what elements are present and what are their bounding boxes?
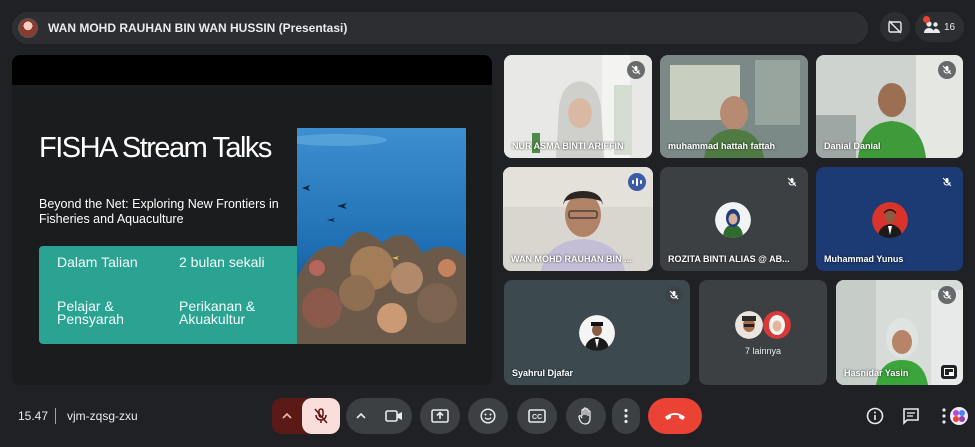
tile-options-button[interactable] — [941, 365, 957, 379]
presentation-view[interactable]: FISHA Stream Talks Beyond the Net: Explo… — [12, 55, 492, 385]
participant-avatar — [763, 311, 791, 339]
present-screen-icon — [431, 409, 449, 423]
participant-name: NUR ASMA BINTI ARIFFIN — [512, 141, 624, 151]
mic-off-icon — [787, 177, 797, 187]
mic-muted-indicator — [938, 286, 956, 304]
others-count-label: 7 lainnya — [744, 346, 782, 356]
mic-toggle-button[interactable] — [302, 398, 340, 434]
slide-item: Pelajar & Pensyarah — [57, 298, 124, 327]
chevron-up-icon — [282, 413, 292, 419]
picture-in-picture-icon — [944, 368, 954, 376]
captions-icon: CC — [528, 409, 546, 423]
participant-tile[interactable]: NUR ASMA BINTI ARIFFIN — [504, 55, 652, 158]
slide: FISHA Stream Talks Beyond the Net: Explo… — [12, 85, 492, 385]
info-icon — [866, 407, 884, 425]
mic-muted-indicator — [783, 173, 801, 191]
chat-button[interactable] — [898, 403, 924, 429]
hide-self-view-button[interactable] — [880, 12, 910, 42]
participant-name: Syahrul Djafar — [512, 368, 574, 378]
hide-self-view-icon — [888, 20, 902, 34]
mic-muted-indicator — [665, 286, 683, 304]
camera-toggle-button[interactable] — [376, 398, 412, 434]
mic-muted-indicator — [627, 61, 645, 79]
slide-item: 2 bulan sekali — [179, 254, 265, 270]
participant-tile[interactable]: Syahrul Djafar — [504, 280, 690, 385]
participant-avatar — [735, 311, 763, 339]
participant-name: Muhammad Yunus — [824, 254, 904, 264]
coral-reef-image — [297, 128, 466, 344]
divider — [55, 408, 56, 424]
participant-tile[interactable]: Danial Danial — [816, 55, 963, 158]
participant-name: ROZITA BINTI ALIAS @ AB... — [668, 254, 790, 264]
camera-options-button[interactable] — [346, 398, 376, 434]
svg-text:CC: CC — [532, 414, 542, 421]
reactions-button[interactable] — [468, 398, 508, 434]
presenter-avatar — [18, 18, 38, 38]
presentation-banner[interactable]: WAN MOHD RAUHAN BIN WAN HUSSIN (Presenta… — [12, 12, 868, 44]
captions-button[interactable]: CC — [517, 398, 557, 434]
participant-count: 16 — [943, 21, 956, 33]
slide-item: Perikanan & Akuakultur — [179, 298, 256, 327]
chat-icon — [903, 408, 919, 425]
more-options-button[interactable] — [612, 398, 640, 434]
slide-info-box: Dalam Talian 2 bulan sekali Pelajar & Pe… — [39, 246, 297, 344]
participant-avatar — [872, 202, 908, 238]
meeting-code: vjm-zqsg-zxu — [67, 409, 138, 423]
mic-off-icon — [314, 408, 328, 424]
slide-item: Dalam Talian — [57, 254, 138, 270]
camera-control — [346, 398, 412, 434]
participant-tile[interactable]: muhammad hattah fattah — [660, 55, 808, 158]
emoji-icon — [480, 408, 496, 424]
participant-tile-active[interactable]: WAN MOHD RAUHAN BIN ... — [503, 167, 653, 271]
participant-tile[interactable]: ROZITA BINTI ALIAS @ AB... — [660, 167, 808, 271]
meeting-clock: 15.47 — [18, 409, 49, 423]
end-call-icon — [665, 413, 685, 420]
mic-muted-indicator — [938, 61, 956, 79]
microphone-control — [272, 398, 340, 434]
mic-off-icon — [631, 65, 641, 75]
raise-hand-button[interactable] — [566, 398, 606, 434]
participant-name: Hasnidar Yasin — [844, 368, 909, 378]
camera-icon — [385, 410, 402, 422]
people-button[interactable]: 16 — [915, 12, 964, 42]
chevron-up-icon — [356, 413, 366, 419]
mic-off-icon — [942, 65, 952, 75]
meeting-details-button[interactable] — [862, 403, 888, 429]
mic-off-icon — [942, 177, 952, 187]
activities-button[interactable] — [940, 403, 970, 429]
present-screen-button[interactable] — [420, 398, 460, 434]
participant-avatar — [715, 202, 751, 238]
activities-icon — [942, 407, 968, 425]
participant-name: muhammad hattah fattah — [668, 141, 776, 151]
participant-tile[interactable]: Hasnidar Yasin — [836, 280, 963, 385]
other-participants-tile[interactable]: 7 lainnya — [699, 280, 827, 385]
more-options-icon — [624, 408, 628, 424]
mic-off-icon — [669, 290, 679, 300]
participant-name: WAN MOHD RAUHAN BIN ... — [511, 254, 632, 264]
notification-dot — [923, 16, 930, 23]
mic-off-icon — [942, 290, 952, 300]
participant-avatar — [579, 315, 615, 351]
speaking-indicator — [628, 173, 646, 191]
slide-title: FISHA Stream Talks — [39, 132, 272, 164]
presenter-title: WAN MOHD RAUHAN BIN WAN HUSSIN (Presenta… — [48, 21, 348, 35]
participant-tile[interactable]: Muhammad Yunus — [816, 167, 963, 271]
end-call-button[interactable] — [648, 398, 702, 434]
mic-options-button[interactable] — [272, 398, 302, 434]
participant-name: Danial Danial — [824, 141, 881, 151]
slide-subtitle: Beyond the Net: Exploring New Frontiers … — [39, 197, 279, 226]
presentation-header — [12, 55, 492, 85]
raise-hand-icon — [578, 407, 591, 425]
mic-muted-indicator — [938, 173, 956, 191]
